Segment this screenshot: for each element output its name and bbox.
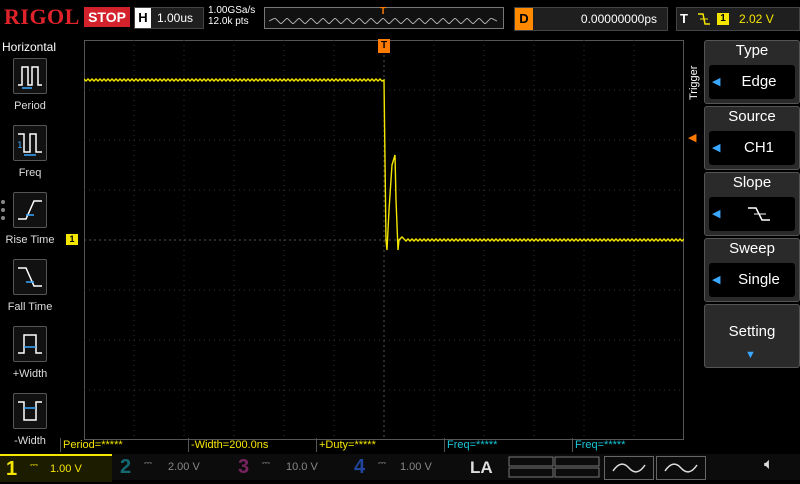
sweep-title: Sweep — [729, 240, 775, 257]
channel4-number: 4 — [354, 456, 366, 478]
delay-label: D — [515, 8, 533, 30]
setting-title: Setting — [728, 323, 776, 340]
channel2-number: 2 — [120, 456, 132, 478]
measure-freq-button[interactable]: 1 Freq — [2, 125, 58, 189]
select-arrow-icon: ◀ — [712, 274, 721, 286]
frequency-icon: 1 — [13, 125, 47, 161]
positive-width-icon — [13, 326, 47, 362]
measure-plus-width-button[interactable]: +Width — [2, 326, 58, 390]
brand-logo: RIGOL — [4, 4, 80, 29]
source1-generator-icon[interactable] — [604, 456, 654, 480]
dc-coupling-icon: ⎓ — [30, 460, 38, 471]
memory-points: 12.0k pts — [208, 16, 249, 27]
sweep-value: Single — [738, 271, 780, 288]
horizontal-label: H — [135, 8, 151, 28]
channel3-number: 3 — [238, 456, 250, 478]
measure-minus-width-button[interactable]: -Width — [2, 393, 58, 457]
minus-width-label: -Width — [14, 435, 46, 447]
channel4-tab[interactable]: 4 ⎓ 1.00 V — [350, 454, 462, 480]
rise-time-label: Rise Time — [5, 234, 55, 246]
sweep-value-box: ◀ Single — [709, 263, 795, 297]
timebase-value: 1.00us — [157, 11, 194, 25]
memory-waveform-preview — [269, 18, 497, 24]
channel1-trace — [84, 78, 684, 251]
source2-generator-icon[interactable] — [656, 456, 706, 480]
channel2-tab[interactable]: 2 ⎓ 2.00 V — [116, 454, 228, 480]
select-arrow-icon: ◀ — [712, 142, 721, 154]
trigger-setting-menu[interactable]: Setting ▼ — [704, 304, 800, 368]
right-menu-title: Trigger — [688, 65, 700, 100]
negative-width-icon — [13, 393, 47, 429]
trigger-level-marker[interactable]: ◀ — [688, 131, 696, 144]
type-title: Type — [735, 42, 769, 59]
period-label: Period — [14, 100, 46, 112]
type-value: Edge — [741, 73, 777, 90]
source-title: Source — [728, 108, 776, 125]
measure-period-button[interactable]: Period — [2, 58, 58, 122]
trigger-level: 2.02 V — [739, 12, 774, 26]
trigger-type-menu[interactable]: Type ◀ Edge — [704, 40, 800, 104]
channel1-scale: 1.00 V — [50, 463, 82, 475]
measurement-item[interactable]: +Duty=***** — [316, 438, 443, 452]
type-value-box: ◀ Edge — [709, 65, 795, 99]
freq-label: Freq — [18, 167, 42, 179]
horizontal-timebase[interactable]: H 1.00us — [134, 7, 204, 29]
channel3-tab[interactable]: 3 ⎓ 10.0 V — [234, 454, 346, 480]
left-menu-title: Horizontal — [2, 40, 57, 54]
sample-info: 1.00GSa/s 12.0k pts — [208, 5, 255, 27]
digital-channels-icon[interactable] — [508, 456, 600, 478]
delay-value: 0.00000000ps — [580, 12, 657, 26]
svg-text:1: 1 — [17, 141, 23, 151]
measurement-item[interactable]: Freq=***** — [444, 438, 571, 452]
measure-rise-time-button[interactable]: Rise Time — [2, 192, 58, 256]
dc-coupling-icon: ⎓ — [378, 458, 386, 469]
fall-time-icon — [13, 259, 47, 295]
memory-overview[interactable]: T — [264, 6, 504, 29]
memory-trigger-marker: T — [380, 6, 387, 17]
slope-title: Slope — [732, 174, 772, 191]
measurement-item[interactable]: Period=***** — [60, 438, 187, 452]
delay-display[interactable]: D 0.00000000ps — [514, 7, 668, 31]
expand-down-icon: ▼ — [745, 349, 756, 361]
falling-edge-icon — [697, 11, 711, 30]
slope-value-box: ◀ — [709, 197, 795, 231]
fall-time-label: Fall Time — [7, 301, 53, 313]
trigger-label: T — [680, 11, 688, 26]
trigger-status[interactable]: T 1 2.02 V — [676, 7, 800, 31]
sample-rate: 1.00GSa/s — [208, 5, 256, 16]
select-arrow-icon: ◀ — [712, 208, 721, 220]
falling-edge-icon — [723, 197, 795, 237]
trigger-slope-menu[interactable]: Slope ◀ — [704, 172, 800, 236]
waveform-display[interactable] — [84, 40, 684, 440]
plus-width-label: +Width — [12, 368, 48, 380]
trigger-source-badge: 1 — [717, 13, 729, 25]
channel1-offset-marker[interactable]: 1 — [66, 234, 78, 245]
channel2-scale: 2.00 V — [168, 461, 200, 473]
dc-coupling-icon: ⎓ — [144, 458, 152, 469]
measurement-bar: Period=***** -Width=200.0ns +Duty=***** … — [60, 438, 700, 452]
trigger-sweep-menu[interactable]: Sweep ◀ Single — [704, 238, 800, 302]
channel3-scale: 10.0 V — [286, 461, 318, 473]
measurement-item[interactable]: -Width=200.0ns — [188, 438, 315, 452]
dc-coupling-icon: ⎓ — [262, 458, 270, 469]
channel1-number: 1 — [6, 458, 18, 480]
logic-analyzer-label[interactable]: LA — [470, 458, 493, 478]
speaker-muted-icon[interactable]: 🔈︎ — [764, 456, 774, 474]
trigger-position-marker[interactable]: T — [378, 39, 390, 53]
run-stop-status[interactable]: STOP — [84, 7, 130, 27]
source-value: CH1 — [743, 139, 774, 156]
measure-fall-time-button[interactable]: Fall Time — [2, 259, 58, 323]
source-value-box: ◀ CH1 — [709, 131, 795, 165]
measurement-item[interactable]: Freq=***** — [572, 438, 699, 452]
trigger-source-menu[interactable]: Source ◀ CH1 — [704, 106, 800, 170]
rise-time-icon — [13, 192, 47, 228]
channel4-scale: 1.00 V — [400, 461, 432, 473]
channel1-tab[interactable]: 1 ⎓ 1.00 V — [0, 454, 112, 482]
period-icon — [13, 58, 47, 94]
select-arrow-icon: ◀ — [712, 76, 721, 88]
